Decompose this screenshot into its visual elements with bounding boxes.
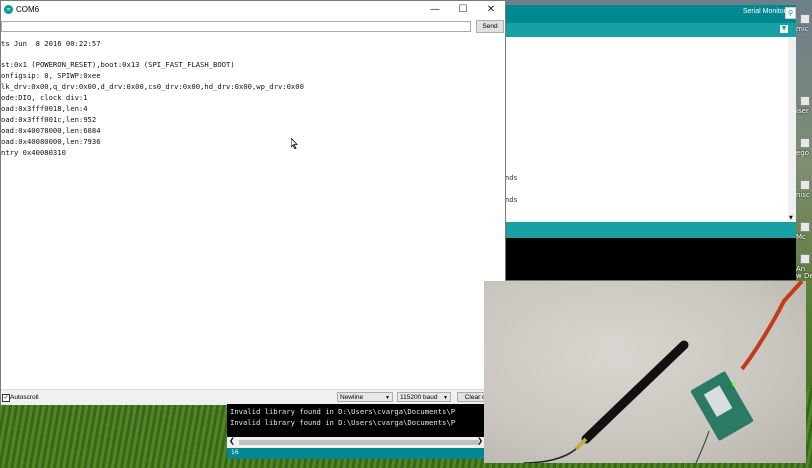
minimize-icon[interactable]: — [421, 1, 449, 19]
output-line: ntry 0x40080310 [1, 148, 66, 157]
chevron-down-icon: ▼ [443, 395, 448, 401]
desktop-icon[interactable]: An [796, 254, 812, 273]
send-button[interactable]: Send [476, 20, 504, 33]
baud-rate-select[interactable]: 115200 baud ▼ [397, 392, 451, 402]
desktop-icon[interactable]: w De [796, 272, 812, 280]
send-input[interactable] [1, 21, 471, 32]
serial-monitor-window: ∞ COM6 — ☐ ✕ Send ts Jun 8 2016 00:22:57… [0, 0, 506, 405]
output-line: oad:0x3fff0018,len:4 [1, 104, 88, 113]
scroll-right-icon[interactable]: ❯ [477, 437, 483, 445]
desktop-icon-label: w De [796, 272, 812, 280]
ide-tab-bar: ▼ [505, 23, 796, 37]
serial-monitor-icon[interactable]: ⚲ [785, 7, 796, 19]
serial-monitor-footer: ✓ Autoscroll Newline ▼ 115200 baud ▼ Cle… [1, 389, 505, 405]
ide-status-bar [505, 222, 796, 238]
tab-menu-chevron-down-icon[interactable]: ▼ [780, 25, 788, 33]
desktop-icon-label: nisc [796, 191, 810, 199]
baud-rate-value: 115200 baud [400, 394, 438, 401]
scroll-left-icon[interactable]: ❮ [229, 437, 235, 445]
desktop-icon-strip: mic iser ego nisc Mc An w De [796, 0, 812, 290]
scrollbar-thumb[interactable] [239, 440, 479, 445]
code-editor[interactable]: nds nds [505, 37, 796, 222]
compiler-console: Invalid library found in D:\Users\cvarga… [227, 404, 485, 459]
output-line: oad:0x40078000,len:6084 [1, 126, 101, 135]
desktop-icon-label: mic [796, 25, 809, 33]
window-titlebar[interactable]: ∞ COM6 — ☐ ✕ [1, 1, 505, 19]
autoscroll-label: Autoscroll [10, 394, 39, 401]
window-title: COM6 [16, 5, 40, 14]
send-row: Send [1, 20, 505, 36]
console-horizontal-scrollbar[interactable]: ❮ ❯ [227, 437, 485, 448]
line-number-status: 16 [231, 449, 239, 456]
close-icon[interactable]: ✕ [477, 1, 505, 19]
output-line: onfigsip: 0, SPIWP:0xee [1, 71, 101, 80]
esp32-board-image [690, 371, 754, 441]
serial-monitor-label: Serial Monitor [742, 8, 786, 15]
output-line: lk_drv:0x00,q_drv:0x00,d_drv:0x00,cs0_dr… [1, 82, 304, 91]
output-line: ts Jun 8 2016 00:22:57 [1, 39, 101, 48]
serial-output[interactable]: ts Jun 8 2016 00:22:57 st:0x1 (POWERON_R… [1, 37, 501, 387]
webcam-scene-image [523, 281, 804, 463]
desktop-icon-label: iser [796, 107, 809, 115]
webcam-video-overlay [484, 281, 806, 463]
output-line: oad:0x3fff001c,len:952 [1, 115, 97, 124]
editor-text-fragment: nds [505, 196, 518, 204]
desktop-icon[interactable]: nisc [796, 180, 812, 199]
console-line: Invalid library found in D:\Users\cvarga… [230, 418, 456, 427]
arduino-ide-window: Serial Monitor ⚲ ▼ nds nds ▼ [505, 5, 796, 280]
line-ending-value: Newline [340, 394, 364, 401]
desktop-icon-label: ego [796, 149, 810, 157]
output-line: st:0x1 (POWERON_RESET),boot:0x13 (SPI_FA… [1, 60, 235, 69]
output-line: oad:0x40080000,len:7936 [1, 137, 101, 146]
scroll-down-icon[interactable]: ▼ [789, 215, 793, 221]
editor-scrollbar[interactable]: ▼ [788, 37, 796, 222]
ide-bottom-status-bar: 16 [227, 448, 485, 459]
editor-text-fragment: nds [505, 174, 518, 182]
mouse-cursor-icon [290, 134, 299, 153]
line-ending-select[interactable]: Newline ▼ [337, 392, 393, 402]
desktop-icon[interactable]: Mc [796, 222, 812, 241]
chevron-down-icon: ▼ [385, 395, 390, 401]
ide-toolbar: Serial Monitor ⚲ [505, 5, 796, 23]
maximize-icon[interactable]: ☐ [449, 1, 477, 19]
desktop-icon-label: Mc [796, 233, 806, 241]
autoscroll-checkbox[interactable]: ✓ [2, 394, 10, 402]
console-line: Invalid library found in D:\Users\cvarga… [230, 407, 456, 416]
desktop-icon[interactable]: mic [796, 14, 812, 33]
arduino-app-icon: ∞ [4, 5, 13, 14]
desktop-icon[interactable]: ego [796, 138, 812, 157]
ide-console [505, 238, 796, 280]
desktop-icon[interactable]: iser [796, 96, 812, 115]
antenna-image [523, 340, 689, 463]
output-line: ode:DIO, clock div:1 [1, 93, 88, 102]
